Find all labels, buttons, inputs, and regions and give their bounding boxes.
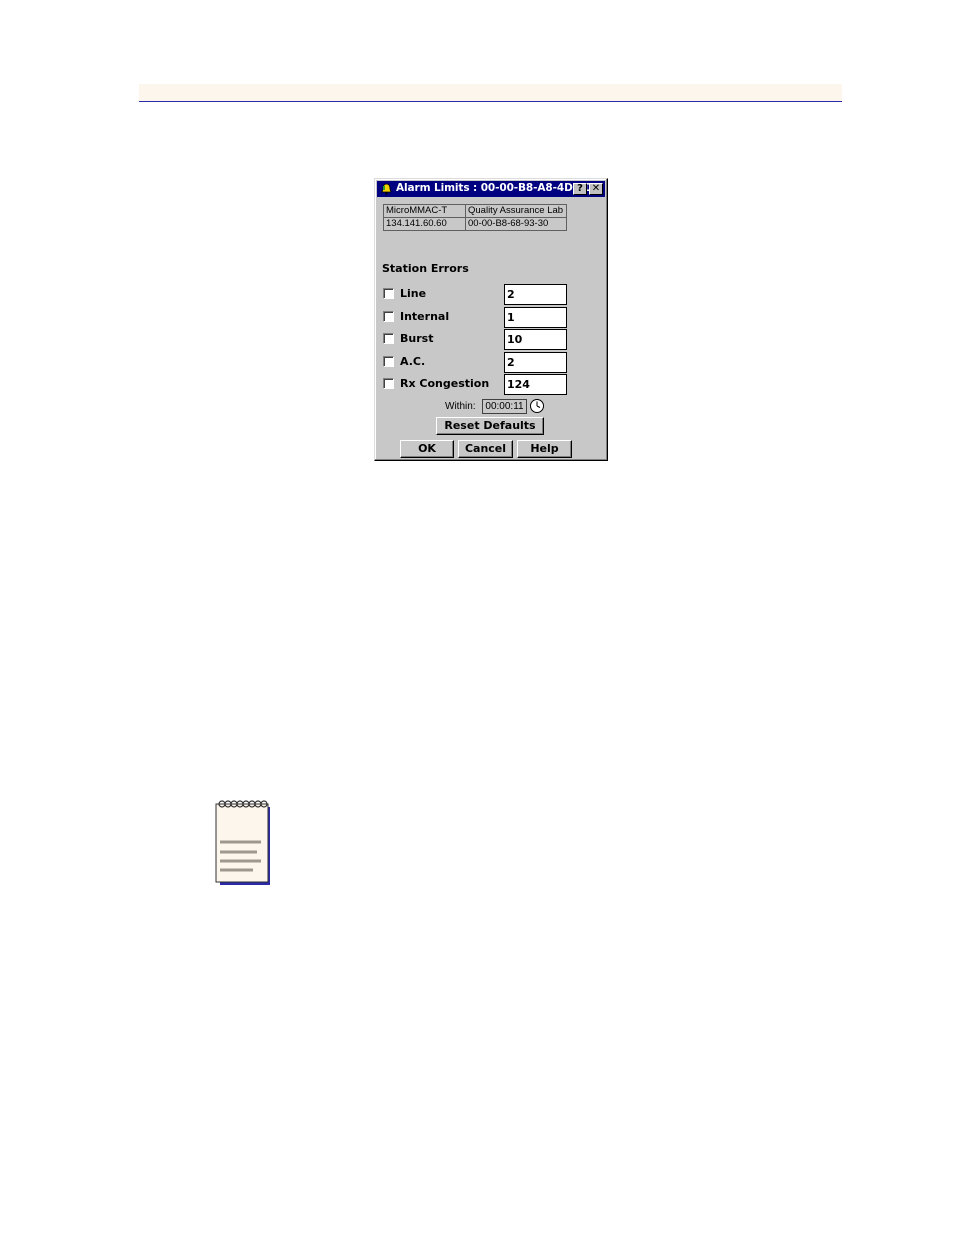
internal-label: Internal [400,310,450,323]
ac-label: A.C. [400,355,426,368]
mac-address-cell: 00-00-B8-68-93-30 [465,217,567,231]
burst-checkbox[interactable] [383,333,394,344]
line-checkbox[interactable] [383,288,394,299]
ip-address-cell: 134.141.60.60 [383,217,466,231]
burst-threshold-field[interactable]: 10 [504,329,567,350]
table-row: 134.141.60.60 00-00-B8-68-93-30 [383,217,567,231]
dialog-titlebar[interactable]: Alarm Limits : 00-00-B8-A8-4D-FD ? ✕ [377,181,605,197]
burst-row: Burst 10 [383,329,573,350]
clock-icon[interactable] [529,398,545,414]
page-header-band [139,84,842,101]
ok-button[interactable]: OK [400,440,454,458]
ac-checkbox[interactable] [383,356,394,367]
rx-congestion-label: Rx Congestion [400,377,490,390]
help-title-button[interactable]: ? [573,183,587,195]
alarm-bell-icon [381,183,392,195]
location-cell: Quality Assurance Lab [465,204,567,218]
dialog-title: Alarm Limits : 00-00-B8-A8-4D-FD [396,182,593,194]
internal-threshold-field[interactable]: 1 [504,307,567,328]
close-button[interactable]: ✕ [589,183,603,195]
help-button[interactable]: Help [517,440,572,458]
line-row: Line 2 [383,284,573,305]
ac-row: A.C. 2 [383,352,573,373]
rx-congestion-checkbox[interactable] [383,378,394,389]
burst-label: Burst [400,332,434,345]
internal-checkbox[interactable] [383,311,394,322]
cancel-button[interactable]: Cancel [458,440,513,458]
rx-congestion-row: Rx Congestion 124 [383,374,573,395]
page-header-rule [139,101,842,102]
ac-threshold-field[interactable]: 2 [504,352,567,373]
device-type-cell: MicroMMAC-T [383,204,466,218]
table-row: MicroMMAC-T Quality Assurance Lab [383,204,567,218]
reset-defaults-button[interactable]: Reset Defaults [436,417,544,435]
within-interval-field[interactable]: 00:00:11 [482,399,527,414]
device-info-table: MicroMMAC-T Quality Assurance Lab 134.14… [383,204,567,231]
within-label: Within: [445,401,476,412]
notepad-icon [215,800,270,885]
alarm-limits-dialog: Alarm Limits : 00-00-B8-A8-4D-FD ? ✕ Mic… [374,178,608,461]
rx-congestion-threshold-field[interactable]: 124 [504,374,567,395]
line-threshold-field[interactable]: 2 [504,284,567,305]
internal-row: Internal 1 [383,307,573,328]
station-errors-heading: Station Errors [382,262,469,275]
line-label: Line [400,287,427,300]
